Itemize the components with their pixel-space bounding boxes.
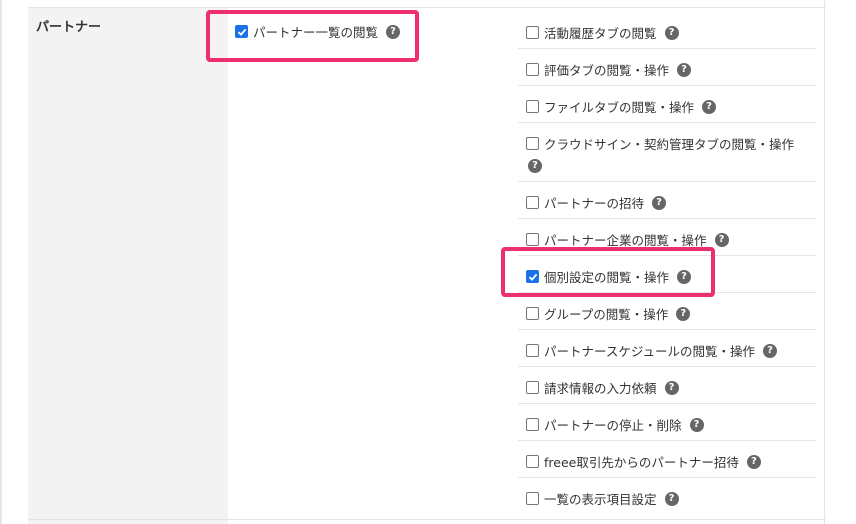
permission-checkbox[interactable] bbox=[526, 381, 539, 394]
permission-checkbox[interactable] bbox=[526, 63, 539, 76]
permission-row-suspend-delete[interactable]: パートナーの停止・削除 ? bbox=[518, 404, 816, 441]
permission-label: freee取引先からのパートナー招待 bbox=[544, 455, 739, 470]
permission-row-billing[interactable]: 請求情報の入力依頼 ? bbox=[518, 367, 816, 404]
question-circle-icon[interactable]: ? bbox=[652, 195, 667, 210]
parent-permission-checkbox[interactable] bbox=[235, 25, 248, 38]
section-label-column: パートナー bbox=[28, 8, 228, 524]
frame-top-border bbox=[28, 0, 826, 8]
permission-label: クラウドサイン・契約管理タブの閲覧・操作 bbox=[544, 137, 795, 152]
permission-row-freee-invite[interactable]: freee取引先からのパートナー招待 ? bbox=[518, 441, 816, 478]
permission-label: ファイルタブの閲覧・操作 bbox=[544, 100, 695, 115]
frame-left-border bbox=[0, 0, 2, 524]
question-circle-icon[interactable]: ? bbox=[677, 62, 692, 77]
question-circle-icon[interactable]: ? bbox=[664, 25, 679, 40]
question-circle-icon[interactable]: ? bbox=[676, 306, 691, 321]
question-circle-icon[interactable]: ? bbox=[664, 491, 679, 506]
question-circle-icon[interactable]: ? bbox=[689, 417, 704, 432]
permission-checkbox[interactable] bbox=[526, 492, 539, 505]
question-circle-icon[interactable]: ? bbox=[677, 269, 692, 284]
question-circle-icon[interactable]: ? bbox=[746, 454, 761, 469]
permission-row-invite[interactable]: パートナーの招待 ? bbox=[518, 182, 816, 219]
permission-row-individual-settings[interactable]: 個別設定の閲覧・操作 ? bbox=[518, 256, 816, 293]
permission-row-files[interactable]: ファイルタブの閲覧・操作 ? bbox=[518, 86, 816, 123]
permission-checkbox[interactable] bbox=[526, 344, 539, 357]
permission-checkbox[interactable] bbox=[526, 196, 539, 209]
permission-checkbox[interactable] bbox=[526, 455, 539, 468]
permission-label: グループの閲覧・操作 bbox=[544, 307, 669, 322]
permission-label: 活動履歴タブの閲覧 bbox=[544, 26, 657, 41]
section-label: パートナー bbox=[36, 20, 102, 35]
permission-label: 一覧の表示項目設定 bbox=[544, 492, 657, 507]
permission-row-evaluation[interactable]: 評価タブの閲覧・操作 ? bbox=[518, 49, 816, 86]
question-circle-icon[interactable]: ? bbox=[386, 24, 401, 39]
permission-checkbox[interactable] bbox=[526, 270, 539, 283]
permission-row-company[interactable]: パートナー企業の閲覧・操作 ? bbox=[518, 219, 816, 256]
permission-checkbox[interactable] bbox=[526, 307, 539, 320]
question-circle-icon[interactable]: ? bbox=[763, 343, 778, 358]
checkmark-icon bbox=[237, 28, 246, 36]
permission-label: 個別設定の閲覧・操作 bbox=[544, 270, 670, 285]
permission-checkbox[interactable] bbox=[526, 100, 539, 113]
question-circle-icon[interactable]: ? bbox=[702, 99, 717, 114]
permission-checkbox[interactable] bbox=[526, 26, 539, 39]
permission-label: パートナースケジュールの閲覧・操作 bbox=[544, 344, 756, 359]
permission-row-cloudsign[interactable]: クラウドサイン・契約管理タブの閲覧・操作 ? bbox=[518, 123, 816, 182]
permission-checkbox[interactable] bbox=[526, 418, 539, 431]
question-circle-icon[interactable]: ? bbox=[664, 380, 679, 395]
permission-row-activity-history[interactable]: 活動履歴タブの閲覧 ? bbox=[518, 12, 816, 49]
permission-label: 評価タブの閲覧・操作 bbox=[544, 63, 670, 78]
permission-list: 活動履歴タブの閲覧 ? 評価タブの閲覧・操作 ? ファイルタブの閲覧・操作 ? … bbox=[518, 12, 816, 515]
permission-row-groups[interactable]: グループの閲覧・操作 ? bbox=[518, 293, 816, 330]
permission-label: パートナーの停止・削除 bbox=[544, 418, 682, 433]
frame-bottom-border bbox=[28, 519, 826, 520]
permission-row-list-columns[interactable]: 一覧の表示項目設定 ? bbox=[518, 478, 816, 515]
permission-checkbox[interactable] bbox=[526, 137, 539, 150]
checkmark-icon bbox=[528, 273, 537, 281]
parent-permission[interactable]: パートナー一覧の閲覧 ? bbox=[235, 22, 401, 41]
parent-permission-label: パートナー一覧の閲覧 bbox=[253, 25, 379, 40]
question-circle-icon[interactable]: ? bbox=[714, 232, 729, 247]
frame-right-border bbox=[824, 0, 825, 524]
question-circle-icon[interactable]: ? bbox=[528, 159, 542, 173]
permission-row-schedule[interactable]: パートナースケジュールの閲覧・操作 ? bbox=[518, 330, 816, 367]
permission-label: パートナー企業の閲覧・操作 bbox=[544, 233, 707, 248]
permission-label: パートナーの招待 bbox=[544, 196, 645, 211]
permission-label: 請求情報の入力依頼 bbox=[544, 381, 657, 396]
permission-checkbox[interactable] bbox=[526, 233, 539, 246]
